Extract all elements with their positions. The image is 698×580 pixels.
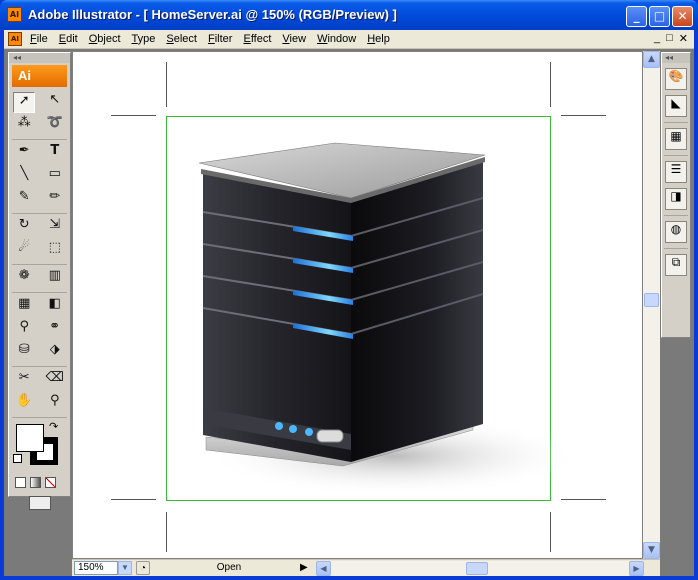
none-mode-icon[interactable] [45, 476, 56, 488]
horizontal-scroll-thumb[interactable] [466, 562, 488, 575]
panel-dock-grip[interactable]: ◂◂ [662, 53, 690, 63]
menu-object[interactable]: Object [89, 33, 121, 45]
swatches-panel-icon[interactable]: ▦ [665, 128, 687, 150]
menu-effect[interactable]: Effect [243, 33, 271, 45]
workspace: ◂◂ Ai ➚ ↖ ⁂ ➰ ✒ T ╲ ▭ ✎ ✏ ↻ ⇲ ☄ ⬚ ❁ ▥ ▦ … [4, 49, 694, 576]
doc-restore-button[interactable]: □ [666, 32, 673, 45]
lasso-tool-icon[interactable]: ➰ [44, 115, 66, 136]
tools-panel: ◂◂ Ai ➚ ↖ ⁂ ➰ ✒ T ╲ ▭ ✎ ✏ ↻ ⇲ ☄ ⬚ ❁ ▥ ▦ … [8, 52, 71, 510]
menu-view[interactable]: View [282, 33, 306, 45]
vertical-scrollbar[interactable]: ▲ ▼ [643, 51, 660, 559]
menu-help[interactable]: Help [367, 33, 390, 45]
scroll-up-icon[interactable]: ▲ [643, 51, 660, 68]
fill-swatch[interactable] [16, 424, 44, 452]
hand-tool-icon[interactable]: ✋ [13, 393, 35, 414]
fill-stroke-swatches: ↷ [13, 420, 66, 472]
transparency-panel-icon[interactable]: ◍ [665, 221, 687, 243]
menu-select[interactable]: Select [166, 33, 197, 45]
status-menu-arrow-icon[interactable]: ▶ [300, 562, 308, 573]
live-paint-selection-tool-icon[interactable]: ⬗ [44, 342, 66, 363]
doc-minimize-button[interactable]: _ [654, 32, 660, 45]
scale-tool-icon[interactable]: ⇲ [44, 217, 66, 238]
pencil-tool-icon[interactable]: ✏ [44, 189, 66, 210]
zoom-tool-icon[interactable]: ⚲ [44, 393, 66, 414]
zoom-dropdown-icon[interactable]: ▼ [118, 561, 132, 575]
line-tool-icon[interactable]: ╲ [13, 166, 35, 187]
swap-fill-stroke-icon[interactable]: ↷ [49, 420, 58, 433]
gradient-tool-icon[interactable]: ◧ [44, 296, 66, 317]
menu-edit[interactable]: Edit [59, 33, 78, 45]
zoom-level-field[interactable]: 150% [74, 561, 118, 575]
illustrator-window: AI Adobe Illustrator - [ HomeServer.ai @… [0, 0, 698, 580]
live-paint-bucket-tool-icon[interactable]: ⛁ [13, 342, 35, 363]
version-cue-icon[interactable]: ◔ [136, 561, 150, 575]
mesh-tool-icon[interactable]: ▦ [13, 296, 35, 317]
free-transform-tool-icon[interactable]: ⬚ [44, 240, 66, 261]
menu-items: File Edit Object Type Select Filter Effe… [30, 33, 401, 45]
doc-close-button[interactable]: ✕ [679, 32, 688, 45]
vertical-scroll-thumb[interactable] [644, 293, 659, 307]
selection-tool-icon[interactable]: ➚ [13, 92, 36, 113]
title-bar[interactable]: AI Adobe Illustrator - [ HomeServer.ai @… [0, 0, 698, 30]
scroll-left-icon[interactable]: ◀ [316, 561, 331, 576]
rectangle-tool-icon[interactable]: ▭ [44, 166, 66, 187]
server-side-face [351, 160, 483, 462]
direct-selection-tool-icon[interactable]: ↖ [44, 92, 66, 113]
menu-bar: AI File Edit Object Type Select Filter E… [4, 30, 694, 49]
paintbrush-tool-icon[interactable]: ✎ [13, 189, 35, 210]
eyedropper-tool-icon[interactable]: ⚲ [13, 319, 35, 340]
status-text: Open [216, 562, 242, 573]
color-guide-icon[interactable]: ◣ [665, 95, 687, 117]
default-fill-stroke-icon[interactable] [13, 454, 22, 463]
horizontal-scrollbar[interactable]: ◀ ▶ [316, 561, 644, 576]
home-server-illustration[interactable] [73, 52, 644, 560]
scroll-down-icon[interactable]: ▼ [643, 542, 660, 559]
pen-tool-icon[interactable]: ✒ [13, 143, 35, 164]
illustrator-logo[interactable]: Ai [12, 65, 67, 87]
color-panel-icon[interactable]: 🎨 [665, 68, 687, 90]
symbol-sprayer-tool-icon[interactable]: ❁ [13, 268, 35, 289]
screen-mode-button[interactable] [28, 496, 51, 510]
eraser-tool-icon[interactable]: ⌫ [44, 370, 66, 391]
rotate-tool-icon[interactable]: ↻ [13, 217, 35, 238]
color-mode-icon[interactable] [15, 476, 26, 488]
graph-tool-icon[interactable]: ▥ [44, 268, 66, 289]
layers-panel-icon[interactable]: ⧉ [665, 254, 687, 276]
stroke-panel-icon[interactable]: ☰ [665, 161, 687, 183]
magic-wand-tool-icon[interactable]: ⁂ [13, 115, 35, 136]
type-tool-icon[interactable]: T [44, 143, 66, 164]
panel-dock: ◂◂ 🎨 ◣ ▦ ☰ ◨ ◍ ⧉ [661, 52, 691, 338]
minimize-button[interactable]: _ [626, 6, 647, 27]
document-canvas[interactable] [72, 51, 643, 559]
slice-tool-icon[interactable]: ✂ [13, 370, 35, 391]
document-icon[interactable]: AI [8, 32, 22, 46]
maximize-button[interactable]: □ [649, 6, 670, 27]
warp-tool-icon[interactable]: ☄ [13, 240, 35, 261]
window-title: Adobe Illustrator - [ HomeServer.ai @ 15… [28, 7, 397, 22]
status-bar: 150% ▼ ◔ Open ▶ ◀ ▶ [72, 559, 660, 576]
document-controls: _ □ ✕ [654, 32, 688, 45]
close-button[interactable]: ✕ [672, 6, 693, 27]
menu-window[interactable]: Window [317, 33, 356, 45]
tools-panel-grip[interactable]: ◂◂ [9, 53, 70, 63]
illustrator-app-icon[interactable]: AI [7, 7, 22, 22]
gradient-panel-icon[interactable]: ◨ [665, 188, 687, 210]
gradient-mode-icon[interactable] [30, 476, 41, 488]
menu-type[interactable]: Type [132, 33, 156, 45]
color-mode-row [9, 474, 70, 490]
blend-tool-icon[interactable]: ⚭ [44, 319, 66, 340]
menu-file[interactable]: File [30, 33, 48, 45]
menu-filter[interactable]: Filter [208, 33, 232, 45]
scroll-right-icon[interactable]: ▶ [629, 561, 644, 576]
